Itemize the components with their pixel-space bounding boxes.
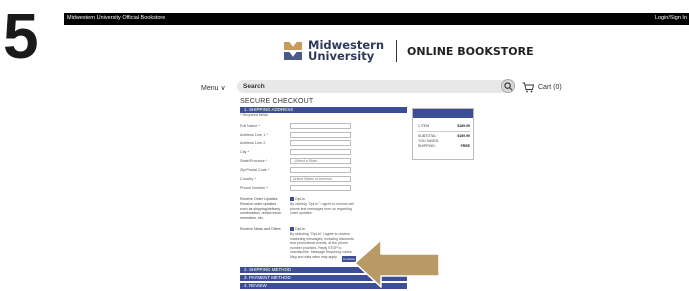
- state-select[interactable]: - Select a State - ⌄: [290, 158, 351, 164]
- chevron-down-icon: ⌄: [293, 159, 296, 163]
- logo-divider: [396, 40, 398, 62]
- search-icon: [504, 82, 513, 91]
- search-input[interactable]: Search: [237, 80, 509, 93]
- site-logo[interactable]: Midwestern University ONLINE BOOKSTORE: [284, 37, 534, 65]
- cart-saved-row: YOU SAVED:: [418, 139, 470, 143]
- order-updates-desc: By clicking "Opt-in" I agree to receive …: [290, 202, 354, 215]
- cart-shipping-label: SHIPPING:: [418, 144, 436, 148]
- address-line1-field[interactable]: [290, 132, 351, 138]
- field-label: Country *: [240, 177, 256, 181]
- cart-items-label: 1 ITEM: [418, 124, 430, 128]
- search-button[interactable]: [501, 79, 515, 93]
- top-bar: Midwestern University Official Bookstore…: [64, 13, 689, 25]
- section-label: 3. PAYMENT METHOD: [244, 275, 291, 280]
- continue-button[interactable]: Continue: [342, 256, 356, 262]
- news-offers-label: Receive News and Offers: [240, 227, 281, 231]
- continue-label: Continue: [343, 257, 356, 261]
- search-placeholder: Search: [243, 83, 265, 90]
- cart-icon: [522, 82, 534, 93]
- logo-store-label: ONLINE BOOKSTORE: [407, 44, 534, 58]
- city-field[interactable]: [290, 149, 351, 155]
- browser-frame: Midwestern University Official Bookstore…: [64, 13, 689, 291]
- cart-link[interactable]: Cart (0): [522, 82, 562, 93]
- cart-summary-title: CART: [436, 118, 450, 123]
- phone-field[interactable]: [290, 185, 351, 191]
- cart-items-row: 1 ITEM $169.99: [418, 124, 470, 128]
- field-label: Address Line 2: [240, 141, 266, 145]
- step-number: 5: [3, 0, 39, 72]
- field-label: Zip/Postal Code *: [240, 168, 270, 172]
- store-name: Midwestern University Official Bookstore: [67, 15, 166, 21]
- cart-subtotal-label: SUBTOTAL:: [418, 134, 438, 138]
- cart-shipping-row: SHIPPING: FREE: [418, 144, 470, 148]
- order-updates-optin: Opt-in: [295, 197, 305, 201]
- order-updates-label: Receive Order Updates: [240, 197, 278, 201]
- address-line2-field[interactable]: [290, 140, 351, 146]
- chevron-down-icon: ⌄: [293, 177, 296, 181]
- news-offers-desc: By selecting "Opt-in" I agree to receive…: [290, 232, 354, 259]
- cart-subtotal-row: SUBTOTAL: $169.99: [418, 134, 470, 138]
- university-logo-icon: [284, 42, 302, 60]
- field-label: City *: [240, 150, 250, 154]
- cart-items-value: $169.99: [457, 124, 470, 128]
- logo-line2: University: [308, 49, 375, 63]
- cart-summary-header: CART: [413, 109, 473, 123]
- page-title: SECURE CHECKOUT: [240, 98, 314, 105]
- section-label: 2. SHIPPING METHOD: [244, 267, 292, 272]
- field-label: Phone Number *: [240, 186, 269, 190]
- news-offers-checkbox[interactable]: [290, 227, 294, 231]
- cart-saved-label: YOU SAVED:: [418, 139, 440, 143]
- field-label: State/Province *: [240, 159, 268, 163]
- news-offers-optin: Opt-in: [295, 227, 305, 231]
- cart-shipping-value: FREE: [460, 144, 470, 148]
- required-note: * Required fields: [240, 113, 268, 117]
- login-link[interactable]: Login/Sign In: [655, 15, 687, 21]
- order-updates-sublabel: Receive order updates such as shipping/d…: [240, 202, 281, 220]
- order-updates-checkbox[interactable]: [290, 197, 294, 201]
- field-label: Full Name *: [240, 124, 260, 128]
- country-select[interactable]: United States of America ⌄: [290, 176, 351, 182]
- zip-field[interactable]: [290, 167, 351, 173]
- full-name-field[interactable]: [290, 123, 351, 129]
- section-label: 4. REVIEW: [244, 283, 267, 288]
- cart-subtotal-value: $169.99: [457, 134, 470, 138]
- field-label: Address Line 1 *: [240, 133, 268, 137]
- cart-label: Cart (0): [538, 84, 562, 91]
- pointer-arrow-icon: [355, 240, 439, 288]
- cart-summary-panel: CART 1 ITEM $169.99 SUBTOTAL: $169.99 YO…: [412, 108, 474, 160]
- divider: [418, 131, 470, 132]
- menu-button[interactable]: Menu ∨: [201, 84, 226, 92]
